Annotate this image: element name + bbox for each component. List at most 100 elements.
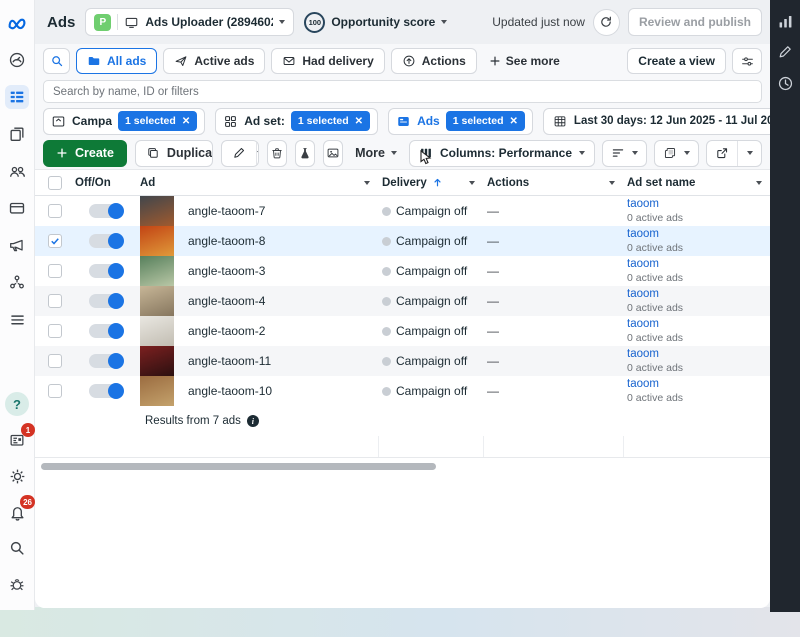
- off-on-toggle[interactable]: [89, 384, 123, 398]
- ad-set-link[interactable]: taoom: [627, 287, 683, 301]
- delivery-status: Campaign off: [396, 384, 467, 398]
- edit-button[interactable]: [222, 141, 256, 166]
- columns-button[interactable]: Columns: Performance: [409, 140, 595, 167]
- row-checkbox[interactable]: [48, 204, 62, 218]
- ad-name[interactable]: angle-taoom-2: [180, 324, 265, 338]
- ad-name[interactable]: angle-taoom-8: [180, 234, 265, 248]
- table-row[interactable]: angle-taoom-11 Campaign off — taoom 0 ac…: [35, 346, 770, 376]
- table-row[interactable]: angle-taoom-4 Campaign off — taoom 0 act…: [35, 286, 770, 316]
- meta-logo[interactable]: [5, 11, 29, 35]
- ad-name[interactable]: angle-taoom-11: [180, 354, 271, 368]
- ad-center-icon[interactable]: [5, 48, 29, 72]
- table-row[interactable]: angle-taoom-8 Campaign off — taoom 0 act…: [35, 226, 770, 256]
- opportunity-score[interactable]: 100 Opportunity score: [304, 12, 447, 33]
- breakdown-button[interactable]: [602, 140, 647, 167]
- ad-name[interactable]: angle-taoom-3: [180, 264, 265, 278]
- notifications-icon[interactable]: 26: [5, 500, 29, 524]
- level-adsets[interactable]: Ad set: 1 selected ✕: [215, 108, 378, 135]
- tab-actions[interactable]: Actions: [391, 48, 477, 74]
- ad-name[interactable]: angle-taoom-4: [180, 294, 265, 308]
- header-off-on[interactable]: Off/On: [75, 177, 140, 189]
- table-row[interactable]: angle-taoom-7 Campaign off — taoom 0 act…: [35, 196, 770, 226]
- ad-set-link[interactable]: taoom: [627, 197, 683, 211]
- ad-set-link[interactable]: taoom: [627, 227, 683, 241]
- tab-had-delivery[interactable]: Had delivery: [271, 48, 384, 74]
- ad-name[interactable]: angle-taoom-10: [180, 384, 272, 398]
- help-icon[interactable]: ?: [5, 392, 29, 416]
- select-all-checkbox[interactable]: [48, 176, 62, 190]
- search-input[interactable]: [43, 80, 762, 103]
- see-more-button[interactable]: See more: [483, 54, 566, 68]
- ad-set-link[interactable]: taoom: [627, 257, 683, 271]
- level-campaigns[interactable]: Campa 1 selected ✕: [43, 108, 205, 135]
- more-button[interactable]: More: [351, 146, 401, 160]
- tab-active-ads[interactable]: Active ads: [163, 48, 265, 74]
- header-ad[interactable]: Ad: [140, 177, 378, 189]
- account-selector[interactable]: P Ads Uploader (28946026...: [85, 8, 294, 36]
- export-media-button[interactable]: [323, 140, 343, 167]
- row-checkbox[interactable]: [48, 234, 62, 248]
- view-settings-button[interactable]: [732, 48, 762, 74]
- history-clock-icon[interactable]: [774, 72, 796, 94]
- review-publish-button[interactable]: Review and publish: [628, 8, 762, 36]
- ads-manager-icon[interactable]: [5, 85, 29, 109]
- settings-icon[interactable]: [5, 464, 29, 488]
- delete-button[interactable]: [267, 140, 287, 167]
- adset-grid-icon: [223, 114, 238, 129]
- report-bug-icon[interactable]: [5, 572, 29, 596]
- info-icon[interactable]: i: [247, 415, 259, 427]
- table-row[interactable]: angle-taoom-10 Campaign off — taoom 0 ac…: [35, 376, 770, 406]
- off-on-toggle[interactable]: [89, 204, 123, 218]
- create-a-view-button[interactable]: Create a view: [627, 48, 726, 74]
- adset-selected-chip[interactable]: 1 selected ✕: [291, 111, 370, 131]
- header-actions[interactable]: Actions: [483, 177, 623, 189]
- refresh-button[interactable]: [593, 9, 620, 36]
- campaign-selected-chip[interactable]: 1 selected ✕: [118, 111, 197, 131]
- header-delivery[interactable]: Delivery: [378, 177, 483, 189]
- search-tab-button[interactable]: [43, 48, 70, 74]
- whats-new-icon[interactable]: 1: [5, 428, 29, 452]
- header-ad-set-name[interactable]: Ad set name: [623, 177, 770, 189]
- off-on-toggle[interactable]: [89, 264, 123, 278]
- business-assets-icon[interactable]: [5, 270, 29, 294]
- row-checkbox[interactable]: [48, 354, 62, 368]
- create-button[interactable]: Create: [43, 140, 127, 167]
- close-icon[interactable]: ✕: [510, 116, 518, 127]
- reports-button[interactable]: [654, 140, 699, 167]
- table-row[interactable]: angle-taoom-2 Campaign off — taoom 0 act…: [35, 316, 770, 346]
- off-on-toggle[interactable]: [89, 354, 123, 368]
- edit-dropdown[interactable]: [256, 141, 259, 166]
- off-on-toggle[interactable]: [89, 294, 123, 308]
- close-icon[interactable]: ✕: [182, 116, 190, 127]
- off-on-toggle[interactable]: [89, 234, 123, 248]
- ad-set-link[interactable]: taoom: [627, 317, 683, 331]
- export-dropdown[interactable]: [737, 141, 761, 166]
- audiences-icon[interactable]: [5, 159, 29, 183]
- promote-icon[interactable]: [5, 233, 29, 257]
- level-ads[interactable]: Ads 1 selected ✕: [388, 108, 533, 135]
- edit-pencil-icon[interactable]: [774, 41, 796, 63]
- all-tools-icon[interactable]: [5, 307, 29, 331]
- duplicate-button[interactable]: Duplicate: [136, 141, 213, 166]
- scrollbar-thumb[interactable]: [41, 463, 436, 470]
- close-icon[interactable]: ✕: [355, 116, 363, 127]
- ab-test-button[interactable]: [295, 140, 315, 167]
- export-button[interactable]: [707, 141, 737, 166]
- row-checkbox[interactable]: [48, 264, 62, 278]
- date-range-button[interactable]: Last 30 days: 12 Jun 2025 - 11 Jul 2025: [543, 108, 770, 135]
- row-checkbox[interactable]: [48, 294, 62, 308]
- tab-all-ads[interactable]: All ads: [76, 48, 157, 74]
- pages-icon[interactable]: [5, 122, 29, 146]
- ad-set-link[interactable]: taoom: [627, 377, 683, 391]
- main-area: Ads P Ads Uploader (28946026... 100 Oppo…: [35, 0, 770, 608]
- row-checkbox[interactable]: [48, 384, 62, 398]
- ad-name[interactable]: angle-taoom-7: [180, 204, 265, 218]
- table-row[interactable]: angle-taoom-3 Campaign off — taoom 0 act…: [35, 256, 770, 286]
- off-on-toggle[interactable]: [89, 324, 123, 338]
- ad-set-link[interactable]: taoom: [627, 347, 683, 361]
- ads-selected-chip[interactable]: 1 selected ✕: [446, 111, 525, 131]
- row-checkbox[interactable]: [48, 324, 62, 338]
- billing-icon[interactable]: [5, 196, 29, 220]
- global-search-icon[interactable]: [5, 536, 29, 560]
- insights-chart-icon[interactable]: [774, 10, 796, 32]
